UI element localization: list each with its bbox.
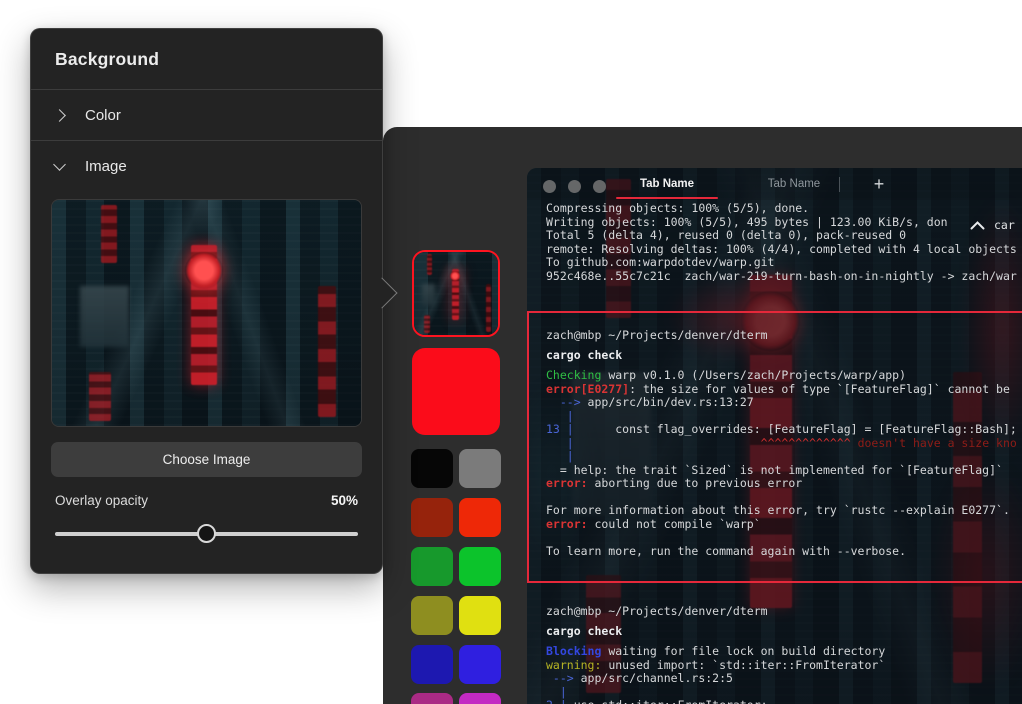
panel-title: Background: [55, 49, 159, 70]
screen: Tab Name Tab Name + car Compressing obje…: [0, 0, 1022, 704]
running-command-block: zach@mbp ~/Projects/denver/dterm cargo c…: [546, 605, 885, 704]
choose-image-button[interactable]: Choose Image: [51, 442, 362, 477]
output-line: For more information about this error, t…: [546, 504, 1022, 518]
output-line: error: could not compile `warp`: [546, 518, 1022, 532]
output-line: To learn more, run the command again wit…: [546, 545, 1022, 559]
blank-line: [546, 491, 1022, 505]
tab-active[interactable]: Tab Name: [600, 168, 734, 200]
swatch-bright-yellow[interactable]: [459, 596, 501, 635]
swatch-dark-red[interactable]: [411, 498, 453, 537]
background-image-preview: [51, 199, 362, 427]
active-tab-underline: [616, 197, 718, 200]
background-settings-panel: Background Color Image Choose Image O: [30, 28, 383, 574]
output-line: --> app/src/bin/dev.rs:13:27: [546, 396, 1022, 410]
tab-bar: Tab Name Tab Name +: [527, 168, 1022, 200]
output-line: error: aborting due to previous error: [546, 477, 1022, 491]
section-image[interactable]: Image: [31, 141, 382, 191]
swatch-background-image-selected[interactable]: [412, 250, 500, 337]
output-line: |: [546, 410, 1022, 424]
output-line: | ^^^^^^^^^^^^^ doesn't have a size kno: [546, 437, 1022, 451]
cityscape-image: [52, 200, 361, 426]
panel-header: Background: [31, 29, 382, 89]
tab-label: Tab Name: [768, 178, 820, 190]
terminal-window: Tab Name Tab Name + car Compressing obje…: [527, 168, 1022, 704]
output-line: 13 | const flag_overrides: [FeatureFlag]…: [546, 423, 1022, 437]
section-color[interactable]: Color: [31, 90, 382, 140]
swatch-dark-blue[interactable]: [411, 645, 453, 684]
swatch-red-large[interactable]: [412, 348, 500, 435]
git-line: remote: Resolving deltas: 100% (4/4), co…: [546, 242, 1017, 256]
git-line: 952c468e..55c7c21c zach/war-219-turn-bas…: [546, 269, 1017, 283]
swatch-bright-green[interactable]: [459, 547, 501, 586]
chevron-right-icon: [53, 109, 66, 122]
background-image-thumbnail: [414, 252, 498, 335]
tab-separator: [839, 177, 840, 192]
output-line: --> app/src/channel.rs:2:5: [546, 672, 885, 686]
swatch-green[interactable]: [411, 547, 453, 586]
output-line: error[E0277]: the size for values of typ…: [546, 383, 1022, 397]
window-controls: [543, 180, 606, 193]
chevron-down-icon: [53, 158, 66, 171]
output-line: |: [546, 686, 885, 700]
slider-thumb[interactable]: [197, 524, 216, 543]
swatch-bright-red[interactable]: [459, 498, 501, 537]
prompt-line: zach@mbp ~/Projects/denver/dterm: [546, 329, 1022, 343]
tab-label: Tab Name: [640, 178, 694, 190]
new-tab-button[interactable]: +: [861, 168, 897, 200]
prompt-line: zach@mbp ~/Projects/denver/dterm: [546, 605, 885, 619]
output-line: warning: unused import: `std::iter::From…: [546, 659, 885, 673]
command-line: cargo check: [546, 349, 1022, 363]
swatch-dark-magenta[interactable]: [411, 693, 453, 704]
output-line: |: [546, 450, 1022, 464]
output-line: = help: the trait `Sized` is not impleme…: [546, 464, 1022, 478]
swatch-bright-black[interactable]: [459, 449, 501, 488]
tab-inactive[interactable]: Tab Name: [739, 168, 849, 200]
output-line: Checking warp v0.1.0 (/Users/zach/Projec…: [546, 369, 1022, 383]
overlay-opacity-label: Overlay opacity: [55, 493, 148, 508]
overlay-opacity-slider[interactable]: [55, 524, 358, 543]
minimize-window-icon[interactable]: [568, 180, 581, 193]
section-label: Image: [85, 158, 127, 175]
git-line: Compressing objects: 100% (5/5), done.: [546, 201, 809, 215]
git-line: Total 5 (delta 4), reused 0 (delta 0), p…: [546, 228, 906, 242]
swatch-bright-magenta[interactable]: [459, 693, 501, 704]
git-line: To github.com:warpdotdev/warp.git: [546, 255, 774, 269]
section-label: Color: [85, 107, 121, 124]
swatch-olive[interactable]: [411, 596, 453, 635]
git-line: Writing objects: 100% (5/5), 495 bytes |…: [546, 215, 948, 229]
output-line: 2 | use std::iter::FromIterator;: [546, 699, 885, 704]
overlay-opacity-value: 50%: [331, 493, 358, 508]
git-output-block: Compressing objects: 100% (5/5), done. W…: [546, 202, 1017, 283]
command-line: cargo check: [546, 625, 885, 639]
swatch-bright-blue[interactable]: [459, 645, 501, 684]
failed-command-block[interactable]: zach@mbp ~/Projects/denver/dterm cargo c…: [527, 311, 1022, 583]
blank-line: [546, 531, 1022, 545]
swatch-black[interactable]: [411, 449, 453, 488]
close-window-icon[interactable]: [543, 180, 556, 193]
output-line: Blocking waiting for file lock on build …: [546, 645, 885, 659]
image-section-body: Choose Image Overlay opacity 50%: [31, 191, 382, 573]
